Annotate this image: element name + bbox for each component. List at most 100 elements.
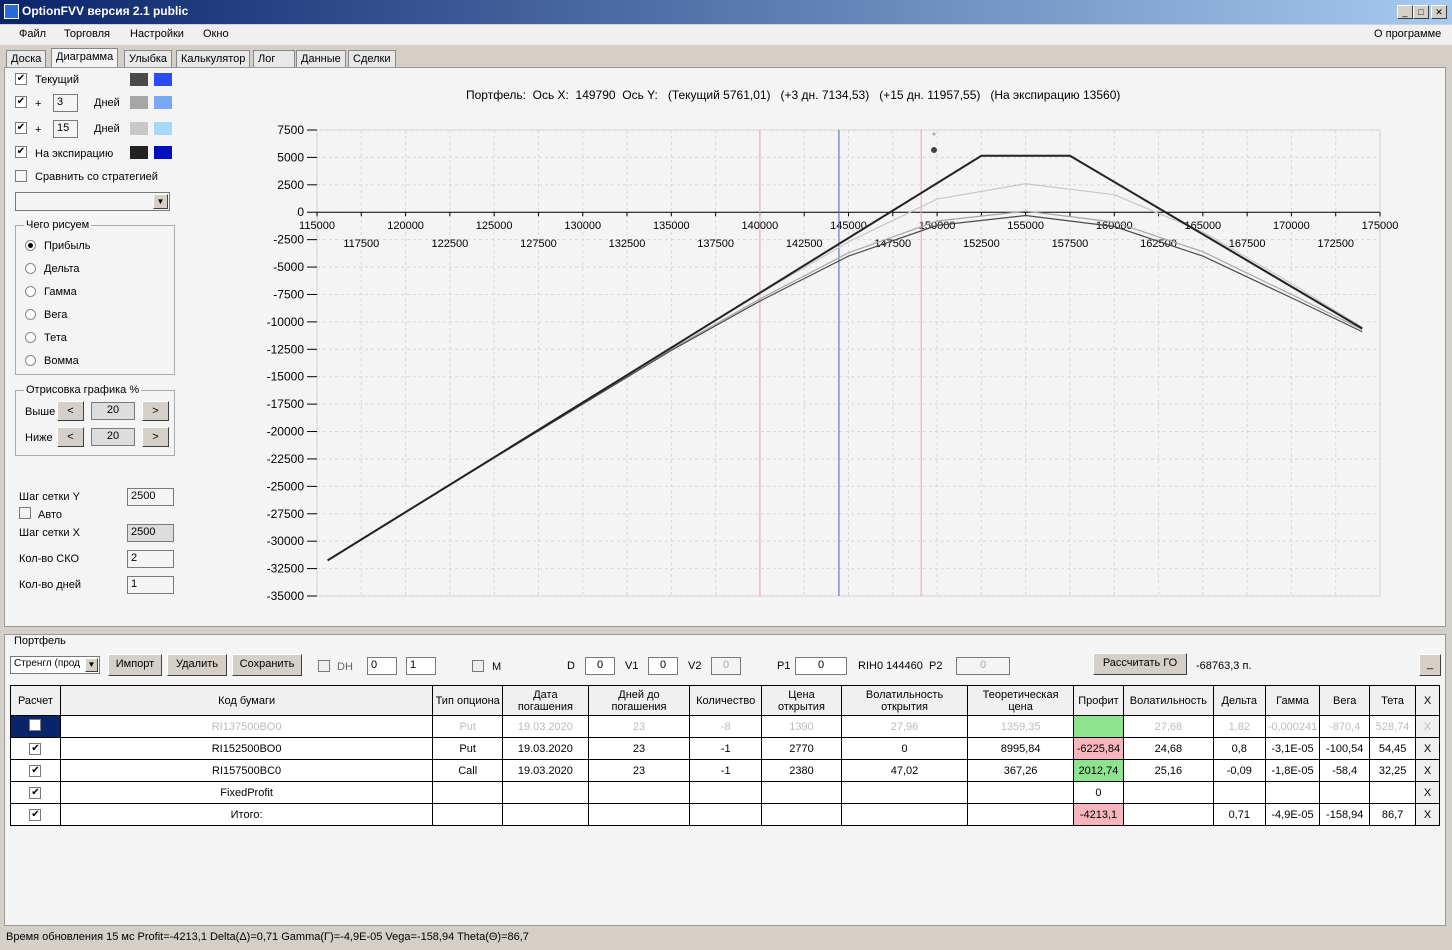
x-tick-label: 167500 — [1229, 238, 1266, 250]
x-tick-label: 117500 — [343, 238, 379, 250]
table-cell: -158,94 — [1319, 803, 1371, 826]
calculate-go-button[interactable]: Рассчитать ГО — [1093, 653, 1187, 675]
column-header[interactable]: Дней до погашения — [587, 685, 691, 716]
y-tick-label: -7500 — [273, 287, 304, 301]
calc-checkbox-cell[interactable] — [10, 715, 61, 738]
table-cell: -4213,1 — [1072, 803, 1124, 826]
column-header[interactable]: Волатильность — [1122, 685, 1214, 716]
table-cell: 2770 — [761, 737, 842, 760]
table-cell: -1 — [689, 737, 763, 760]
cursor-point — [931, 147, 937, 153]
table-cell: 86,7 — [1369, 803, 1417, 826]
x-tick-label: 115000 — [299, 220, 335, 232]
table-cell: 23 — [587, 759, 691, 782]
save-button[interactable]: Сохранить — [232, 654, 302, 676]
table-cell: 54,45 — [1369, 737, 1417, 760]
table-cell — [967, 781, 1074, 804]
table-cell: Put — [432, 715, 504, 738]
column-header[interactable]: Тета — [1369, 685, 1417, 716]
calc-checkbox-cell[interactable]: ✔ — [10, 737, 61, 760]
dh-spinner-2[interactable]: 1 — [406, 657, 436, 675]
delete-button[interactable]: Удалить — [167, 654, 227, 676]
column-header[interactable]: Цена открытия — [761, 685, 842, 716]
p2-input[interactable]: 0 — [956, 657, 1010, 675]
portfolio-table: Расчет Код бумаги Тип опциона Дата погашени… — [10, 685, 1440, 826]
table-cell: 19.03.2020 — [502, 737, 589, 760]
table-cell: 23 — [587, 737, 691, 760]
table-cell: Put — [432, 737, 504, 760]
calc-checkbox[interactable]: ✔ — [29, 765, 42, 777]
column-header[interactable]: Профит — [1072, 685, 1124, 716]
table-cell: 23 — [587, 715, 691, 738]
table-cell: FixedProfit — [59, 781, 434, 804]
table-cell: 1,82 — [1212, 715, 1266, 738]
d-label: D — [567, 660, 575, 672]
table-cell — [967, 803, 1074, 826]
chevron-down-icon[interactable]: ▼ — [85, 658, 98, 672]
v2-input[interactable]: 0 — [711, 657, 741, 675]
calc-checkbox-cell[interactable]: ✔ — [10, 781, 61, 804]
table-row[interactable]: ✔ FixedProfit 0 X — [10, 781, 1440, 804]
cursor-point — [932, 132, 936, 136]
calc-checkbox[interactable]: ✔ — [29, 787, 42, 799]
table-row[interactable]: ✔ RI152500BO0 Put 19.03.2020 23 -1 2770 0 8995,8… — [10, 737, 1440, 760]
d-input[interactable]: 0 — [585, 657, 615, 675]
table-cell: 0 — [840, 737, 969, 760]
column-header[interactable]: X — [1415, 685, 1440, 716]
v2-label: V2 — [688, 660, 702, 672]
table-cell: 0,8 — [1212, 737, 1266, 760]
column-header[interactable]: Дата погашения — [502, 685, 589, 716]
import-button[interactable]: Импорт — [108, 654, 162, 676]
v1-input[interactable]: 0 — [648, 657, 678, 675]
table-cell — [1264, 781, 1321, 804]
calc-checkbox[interactable]: ✔ — [29, 743, 42, 755]
x-tick-label: 135000 — [653, 220, 690, 232]
x-tick-label: 155000 — [1007, 220, 1044, 232]
y-tick-label: -2500 — [273, 233, 304, 247]
remove-row-button[interactable]: X — [1415, 803, 1440, 826]
dh-spinner-1[interactable]: 0 — [367, 657, 397, 675]
y-tick-label: -15000 — [267, 370, 305, 384]
remove-row-button[interactable]: X — [1415, 715, 1440, 738]
remove-row-button[interactable]: X — [1415, 737, 1440, 760]
x-tick-label: 157500 — [1052, 238, 1089, 250]
remove-row-button[interactable]: X — [1415, 759, 1440, 782]
x-tick-label: 162500 — [1140, 238, 1177, 250]
y-tick-label: -5000 — [273, 260, 304, 274]
status-text: Время обновления 15 мс Profit=-4213,1 De… — [6, 931, 529, 943]
x-tick-label: 127500 — [520, 238, 557, 250]
p1-input[interactable]: 0 — [795, 657, 847, 675]
column-header[interactable]: Тип опциона — [432, 685, 504, 716]
remove-row-button[interactable]: X — [1415, 781, 1440, 804]
table-cell — [1072, 715, 1124, 738]
column-header[interactable]: Количество — [689, 685, 763, 716]
table-cell — [1212, 781, 1266, 804]
table-cell: 19.03.2020 — [502, 715, 589, 738]
column-header[interactable]: Дельта — [1212, 685, 1266, 716]
table-row[interactable]: ✔ Итого: -4213,1 0,71 -4,9E-05 -158,94 86,7 X — [10, 803, 1440, 826]
column-header[interactable]: Гамма — [1264, 685, 1321, 716]
column-header[interactable]: Волатильность открытия — [840, 685, 969, 716]
m-checkbox[interactable] — [472, 660, 484, 672]
column-header[interactable]: Код бумаги — [59, 685, 434, 716]
dh-label: DH — [337, 661, 353, 673]
collapse-button[interactable]: _ — [1419, 654, 1441, 676]
profit-chart[interactable]: 7500 5000 2500 0 -2500 -5000 -7500 -10000 -12500… — [0, 0, 1452, 630]
futures-price: RIH0 144460 — [858, 660, 923, 672]
column-header[interactable]: Вега — [1319, 685, 1371, 716]
column-header[interactable]: Теоретическая цена — [967, 685, 1074, 716]
calc-checkbox-cell[interactable]: ✔ — [10, 759, 61, 782]
y-tick-label: -25000 — [267, 479, 305, 493]
table-row[interactable]: RI137500BO0 Put 19.03.2020 23 -8 1390 27,96 135… — [10, 715, 1440, 738]
strategy-select[interactable]: Стренгл (прод ▼ — [10, 656, 100, 674]
column-header[interactable]: Расчет — [10, 685, 61, 716]
dh-checkbox[interactable] — [318, 660, 330, 672]
table-cell — [1369, 781, 1417, 804]
portfolio-title: Портфель — [14, 635, 66, 647]
table-row[interactable]: ✔ RI157500BC0 Call 19.03.2020 23 -1 2380 47,02 3… — [10, 759, 1440, 782]
y-tick-label: -30000 — [267, 534, 305, 548]
x-tick-label: 172500 — [1317, 238, 1354, 250]
calc-checkbox[interactable]: ✔ — [29, 809, 42, 821]
calc-checkbox-cell[interactable]: ✔ — [10, 803, 61, 826]
calc-checkbox[interactable] — [29, 719, 42, 731]
